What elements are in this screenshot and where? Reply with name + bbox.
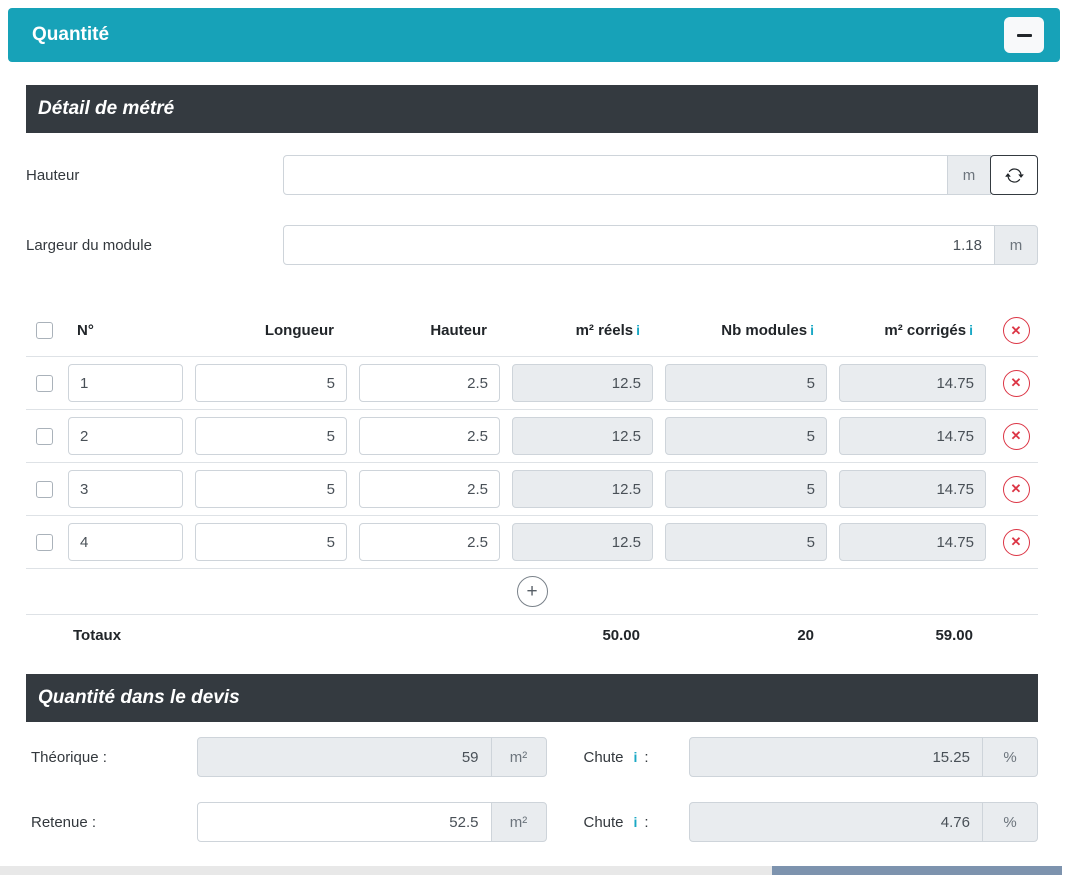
collapse-button[interactable] [1004,17,1044,53]
row-m2-corriges-field [839,470,986,508]
table-row: ✕ [26,357,1038,410]
delete-row-button[interactable]: ✕ [1003,423,1030,450]
devis-section-title: Quantité dans le devis [38,687,240,709]
hauteur-input[interactable] [283,155,948,195]
chute-theorique-field [689,737,984,777]
row-longueur-input[interactable] [195,417,347,455]
select-all-checkbox[interactable] [36,322,53,339]
row-num-input[interactable] [68,470,183,508]
theorique-field [197,737,492,777]
row-num-input[interactable] [68,417,183,455]
retenue-row: Retenue : m² Chute i : % [26,802,1038,842]
row-hauteur-input[interactable] [359,523,500,561]
row-m2-corriges-field [839,523,986,561]
minus-icon [1017,34,1032,37]
largeur-row: Largeur du module m [26,225,1038,265]
row-hauteur-input[interactable] [359,470,500,508]
total-m2-reels: 50.00 [512,627,653,644]
totals-label: Totaux [68,627,183,644]
row-m2-reels-field [512,364,653,402]
col-num: N° [68,322,183,339]
hauteur-unit: m [947,155,991,195]
horizontal-scrollbar-track[interactable] [0,866,1062,875]
row-longueur-input[interactable] [195,523,347,561]
delete-row-button[interactable]: ✕ [1003,476,1030,503]
metre-section-header: Détail de métré [26,85,1038,133]
metre-section-title: Détail de métré [38,98,174,120]
col-longueur: Longueur [195,322,347,339]
largeur-unit: m [994,225,1038,265]
table-row: ✕ [26,410,1038,463]
largeur-label: Largeur du module [26,237,283,254]
row-m2-reels-field [512,417,653,455]
panel-header: Quantité [8,8,1060,62]
info-icon[interactable]: i [810,322,814,338]
hauteur-label: Hauteur [26,167,283,184]
info-icon[interactable]: i [634,814,638,830]
info-icon[interactable]: i [634,749,638,765]
chute-retenue-unit: % [982,802,1038,842]
table-row: ✕ [26,516,1038,569]
horizontal-scrollbar-thumb[interactable] [772,866,1062,875]
retenue-unit: m² [491,802,547,842]
chute-retenue-field [689,802,984,842]
row-num-input[interactable] [68,523,183,561]
info-icon[interactable]: i [636,322,640,338]
table-row: ✕ [26,463,1038,516]
row-select-checkbox[interactable] [36,375,53,392]
row-m2-corriges-field [839,417,986,455]
plus-icon: + [526,582,537,601]
largeur-input[interactable] [283,225,995,265]
devis-section-header: Quantité dans le devis [26,674,1038,722]
refresh-button[interactable] [990,155,1038,195]
add-row-container: + [26,569,1038,615]
row-m2-reels-field [512,523,653,561]
row-nb-modules-field [665,417,827,455]
row-nb-modules-field [665,364,827,402]
delete-row-button[interactable]: ✕ [1003,529,1030,556]
row-select-checkbox[interactable] [36,428,53,445]
total-m2-corriges: 59.00 [839,627,986,644]
row-hauteur-input[interactable] [359,417,500,455]
chute-theorique-label: Chute i : [584,749,689,766]
row-select-checkbox[interactable] [36,481,53,498]
totals-row: Totaux 50.00 20 59.00 [26,615,1038,660]
total-nb-modules: 20 [665,627,827,644]
col-hauteur: Hauteur [359,322,500,339]
row-m2-corriges-field [839,364,986,402]
retenue-input[interactable] [197,802,492,842]
panel-title: Quantité [32,24,109,46]
row-select-checkbox[interactable] [36,534,53,551]
hauteur-row: Hauteur m [26,155,1038,195]
theorique-label: Théorique : [26,749,197,766]
row-nb-modules-field [665,470,827,508]
row-m2-reels-field [512,470,653,508]
row-nb-modules-field [665,523,827,561]
delete-all-button[interactable]: ✕ [1003,317,1030,344]
row-longueur-input[interactable] [195,470,347,508]
col-nb-modules: Nb modulesi [665,322,827,339]
theorique-unit: m² [491,737,547,777]
row-hauteur-input[interactable] [359,364,500,402]
col-m2-corriges: m² corrigési [839,322,986,339]
add-row-button[interactable]: + [517,576,548,607]
retenue-label: Retenue : [26,814,197,831]
row-longueur-input[interactable] [195,364,347,402]
row-num-input[interactable] [68,364,183,402]
chute-retenue-label: Chute i : [584,814,689,831]
chute-theorique-unit: % [982,737,1038,777]
refresh-icon [1005,166,1024,185]
table-header: N° Longueur Hauteur m² réelsi Nb modules… [26,295,1038,357]
delete-row-button[interactable]: ✕ [1003,370,1030,397]
col-m2-reels: m² réelsi [512,322,653,339]
theorique-row: Théorique : m² Chute i : % [26,737,1038,777]
info-icon[interactable]: i [969,322,973,338]
